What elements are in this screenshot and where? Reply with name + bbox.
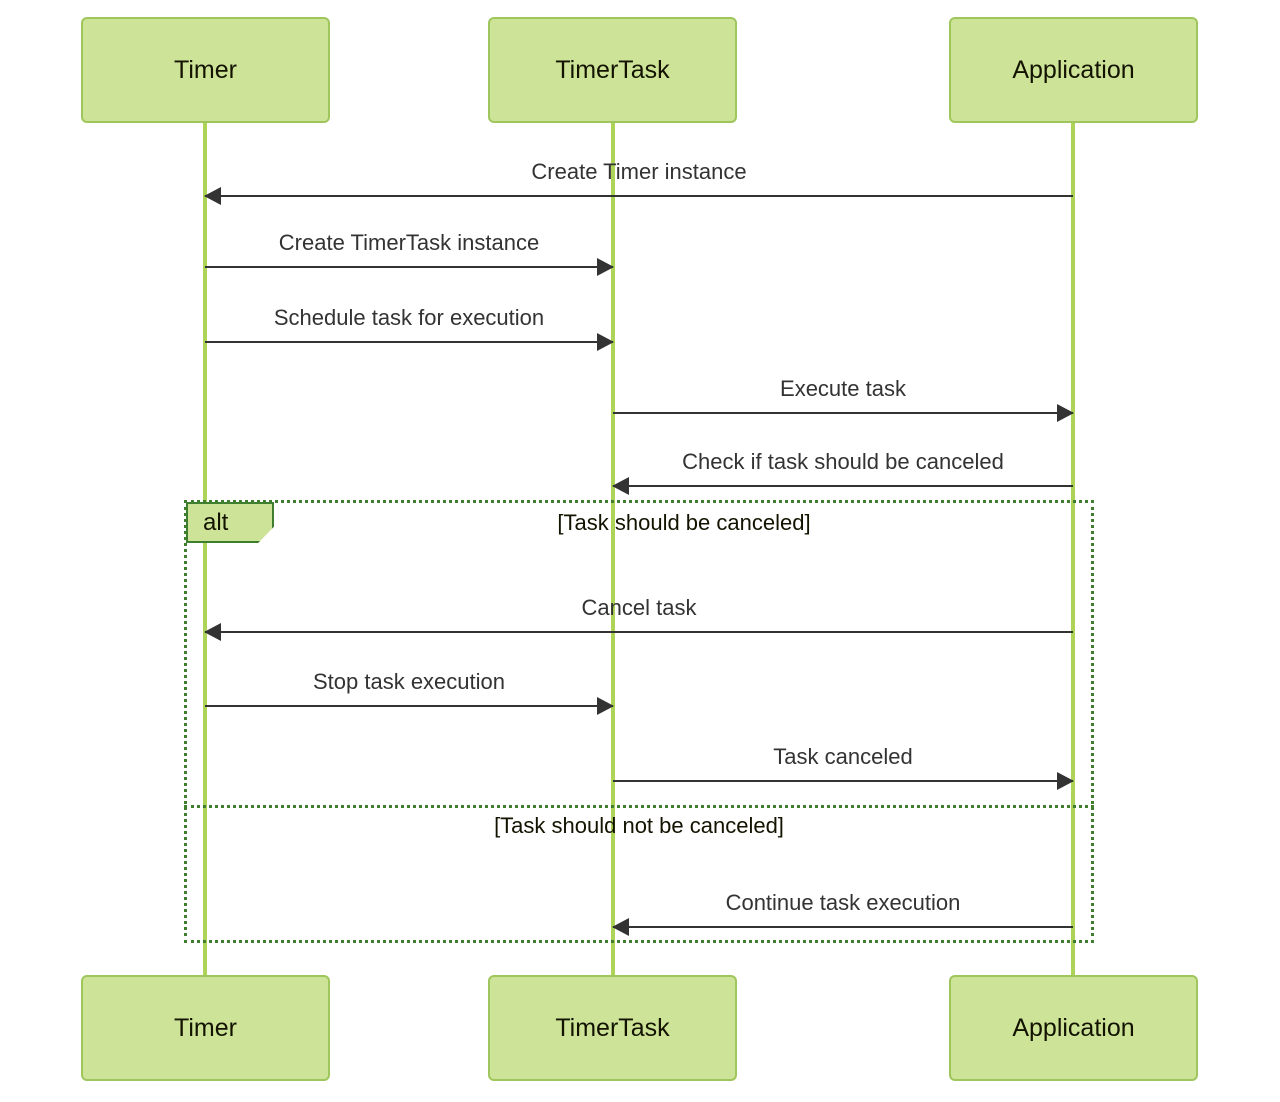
alt-fragment [184, 500, 1094, 943]
message-label: Stop task execution [312, 669, 505, 694]
message-line [205, 195, 1073, 197]
arrowhead-right-icon [597, 697, 614, 715]
alt-condition-1-label: [Task should be canceled] [557, 510, 811, 535]
participant-top-timer-label: Timer [174, 55, 237, 84]
message-line [613, 926, 1073, 928]
participant-top-timertask-label: TimerTask [555, 55, 670, 84]
message-label: Task canceled [773, 744, 913, 769]
participant-top-timertask[interactable]: TimerTask [488, 17, 737, 123]
message-label: Create TimerTask instance [278, 230, 540, 255]
participant-bottom-timer-label: Timer [174, 1013, 237, 1042]
participant-bottom-application-label: Application [1012, 1013, 1135, 1042]
message-line [205, 705, 613, 707]
arrowhead-left-icon [204, 623, 221, 641]
alt-condition-2: [Task should not be canceled] [184, 813, 1094, 839]
alt-condition-1: [Task should be canceled] [274, 510, 1094, 536]
participant-bottom-timer[interactable]: Timer [81, 975, 330, 1081]
arrowhead-left-icon [612, 477, 629, 495]
arrowhead-left-icon [204, 187, 221, 205]
alt-fragment-divider [184, 805, 1094, 808]
message-line [613, 780, 1073, 782]
message-line [613, 412, 1073, 414]
arrowhead-left-icon [612, 918, 629, 936]
message-label: Schedule task for execution [273, 305, 545, 330]
alt-fragment-operator: alt [186, 502, 274, 543]
message-line [613, 485, 1073, 487]
message-line [205, 631, 1073, 633]
message-line [205, 341, 613, 343]
participant-top-timer[interactable]: Timer [81, 17, 330, 123]
participant-top-application[interactable]: Application [949, 17, 1198, 123]
message-label: Cancel task [581, 595, 697, 620]
message-label: Check if task should be canceled [682, 449, 1004, 474]
arrowhead-right-icon [1057, 772, 1074, 790]
participant-bottom-timertask[interactable]: TimerTask [488, 975, 737, 1081]
message-line [205, 266, 613, 268]
message-label: Create Timer instance [531, 159, 747, 184]
arrowhead-right-icon [1057, 404, 1074, 422]
arrowhead-right-icon [597, 333, 614, 351]
message-label: Continue task execution [725, 890, 961, 915]
arrowhead-right-icon [597, 258, 614, 276]
alt-fragment-operator-label: alt [203, 508, 229, 536]
participant-bottom-application[interactable]: Application [949, 975, 1198, 1081]
message-label: Execute task [780, 376, 906, 401]
participant-bottom-timertask-label: TimerTask [555, 1013, 670, 1042]
participant-top-application-label: Application [1012, 55, 1135, 84]
alt-condition-2-label: [Task should not be canceled] [494, 813, 784, 838]
sequence-diagram: alt [Task should be canceled] [Task shou… [0, 0, 1280, 1102]
